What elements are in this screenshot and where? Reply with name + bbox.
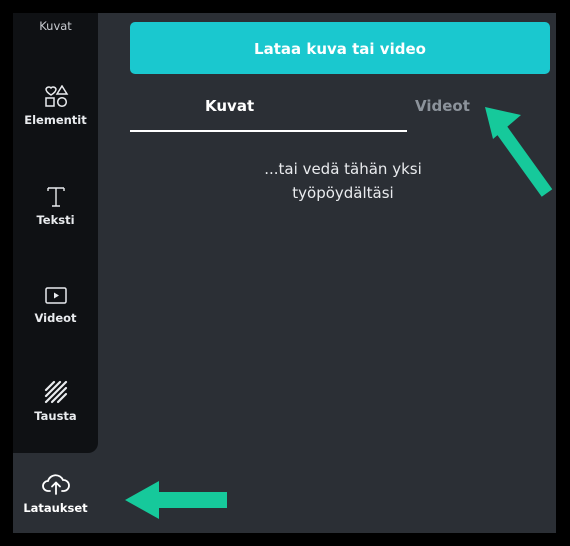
sidebar-item-images[interactable]: Kuvat [13,19,98,33]
tab-videos[interactable]: Videot [415,97,470,115]
annotation-arrow-icon [125,481,227,519]
text-t-icon [46,187,65,207]
drop-zone-hint[interactable]: ...tai vedä tähän yksi työpöydältäsi [193,157,493,205]
editor-panel: Kuvat Elementit Teksti Videot Tausta Lat… [13,13,556,533]
sidebar-item-videos[interactable]: Videot [13,285,98,325]
sidebar-item-label: Lataukset [23,501,88,515]
drop-hint-line: työpöydältäsi [292,184,394,202]
hatch-pattern-icon [44,380,67,404]
sidebar-item-label: Teksti [36,213,75,227]
cloud-upload-icon [41,474,70,495]
upload-image-or-video-button[interactable]: Lataa kuva tai video [130,22,550,74]
tab-images[interactable]: Kuvat [205,97,254,115]
sidebar-item-text[interactable]: Teksti [13,185,98,227]
sidebar-item-label: Kuvat [39,19,72,33]
sidebar: Kuvat Elementit Teksti Videot Tausta [13,13,98,453]
video-play-icon [44,287,67,304]
sidebar-item-label: Tausta [34,409,77,423]
shapes-icon [44,85,68,108]
sidebar-item-uploads[interactable]: Lataukset [13,471,98,515]
sidebar-item-elements[interactable]: Elementit [13,85,98,127]
drop-hint-line: ...tai vedä tähän yksi [264,160,422,178]
sidebar-item-background[interactable]: Tausta [13,379,98,423]
sidebar-item-label: Elementit [24,113,87,127]
annotation-arrow-icon [485,107,553,197]
sidebar-item-label: Videot [34,311,77,325]
active-tab-indicator [130,130,407,132]
